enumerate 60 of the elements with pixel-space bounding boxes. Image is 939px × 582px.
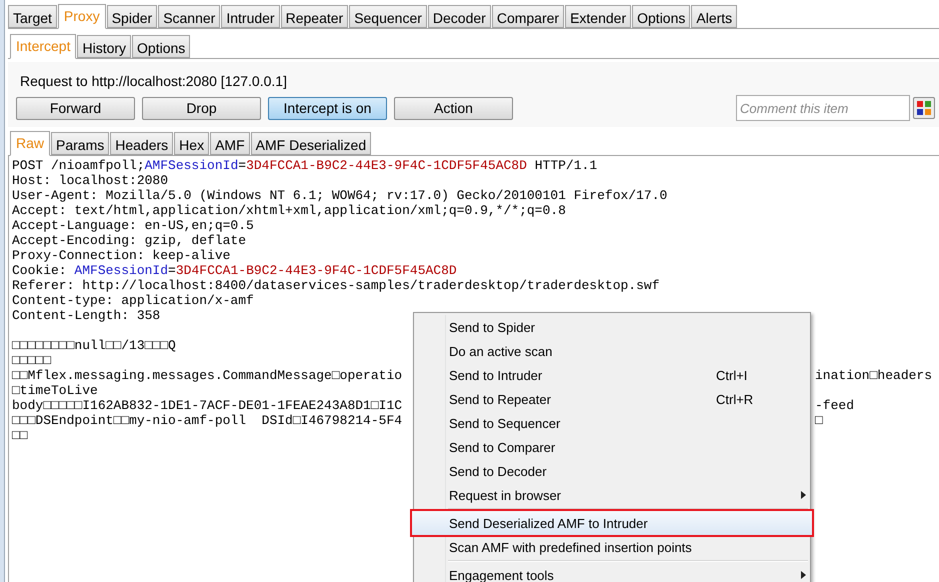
toolbar-button[interactable]: Forward — [16, 96, 135, 120]
toolbar-button[interactable]: Drop — [142, 96, 261, 120]
tab[interactable]: AMF — [210, 132, 250, 155]
tab[interactable]: Spider — [106, 5, 158, 28]
color-picker-button[interactable] — [913, 97, 935, 119]
body-line: □□□□□□□□null□□/13□□□Q — [12, 338, 176, 353]
menu-item[interactable]: Send to Spider — [414, 315, 810, 339]
tab[interactable]: Options — [632, 5, 690, 28]
tab[interactable]: Repeater — [280, 5, 348, 28]
body-line: □□ — [12, 428, 28, 443]
tab[interactable]: Intruder — [221, 5, 280, 28]
tab[interactable]: Hex — [174, 132, 210, 155]
tab[interactable]: Target — [8, 5, 57, 28]
request-line: POST /nioamfpoll;AMFSessionId=3D4FCCA1-B9C2-44E3-9F4C-1CDF5F45AC8D HTTP/1.1 — [12, 158, 598, 173]
menu-item[interactable]: Send to Comparer — [414, 435, 810, 459]
tab[interactable]: Scanner — [158, 5, 220, 28]
request-line: Content-Length: 358 — [12, 308, 162, 323]
request-line: Cookie: AMFSessionId=3D4FCCA1-B9C2-44E3-9F4C-1CDF5F45AC8D — [12, 263, 458, 278]
body-line-tail: ination□headers — [815, 368, 932, 383]
menu-item[interactable]: Scan AMF with predefined insertion points — [414, 535, 810, 559]
menu-item[interactable]: Engagement tools — [414, 563, 810, 582]
color-squares-icon — [917, 101, 931, 115]
menu-item[interactable]: Send to Repeater Ctrl+R — [414, 387, 810, 411]
tab[interactable]: Options — [132, 35, 190, 58]
tab[interactable]: History — [77, 35, 132, 58]
menu-item[interactable]: Send Deserialized AMF to Intruder — [412, 511, 812, 535]
tab[interactable]: Params — [51, 132, 110, 155]
menu-item[interactable]: Send to Sequencer — [414, 411, 810, 435]
submenu-arrow-icon — [801, 491, 806, 499]
tab[interactable]: AMF Deserialized — [250, 132, 372, 155]
body-line: □timeToLive — [12, 383, 98, 398]
body-line: body□□□□□I162AB832-1DE1-7ACF-DE01-1FEAE243A8D1□I1C — [12, 398, 402, 413]
request-line: Host: localhost:2080 — [12, 173, 170, 188]
menu-item[interactable]: Send to Intruder Ctrl+I — [414, 363, 810, 387]
request-line: Proxy-Connection: keep-alive — [12, 248, 232, 263]
tab[interactable]: Alerts — [691, 5, 738, 28]
body-line-tail: □ — [815, 413, 823, 428]
tab[interactable]: Headers — [110, 132, 174, 155]
request-info: Request to http://localhost:2080 [127.0.0.1] — [20, 72, 288, 90]
request-line: Accept-Encoding: gzip, deflate — [12, 233, 248, 248]
tab[interactable]: Extender — [565, 5, 632, 28]
tab[interactable]: Sequencer — [349, 5, 427, 28]
body-line: □□□DSEndpoint□□my-nio-amf-poll DSId□I46798214-5F4 — [12, 413, 402, 428]
menu-item[interactable]: Request in browser — [414, 483, 810, 507]
submenu-arrow-icon — [801, 571, 806, 579]
comment-field[interactable]: Comment this item — [736, 95, 910, 121]
body-line-tail: -feed — [815, 398, 854, 413]
request-line: Referer: http://localhost:8400/dataservices-samples/traderdesktop/traderdesktop.swf — [12, 278, 661, 293]
toolbar-button[interactable]: Action — [394, 96, 513, 120]
menu-item[interactable]: Send to Decoder — [414, 459, 810, 483]
request-line: Accept-Language: en-US,en;q=0.5 — [12, 218, 255, 233]
request-line: User-Agent: Mozilla/5.0 (Windows NT 6.1; WOW64; rv:17.0) Gecko/20100101 Firefox/17.0 — [12, 188, 668, 203]
body-line: □□□□□ — [12, 353, 52, 368]
body-line: □□Mflex.messaging.messages.CommandMessage□operatio — [12, 368, 402, 383]
request-line: Content-type: application/x-amf — [12, 293, 255, 308]
tab[interactable]: Comparer — [492, 5, 564, 28]
request-line: Accept: text/html,application/xhtml+xml,application/xml;q=0.9,*/*;q=0.8 — [12, 203, 567, 218]
menu-item[interactable]: Do an active scan — [414, 339, 810, 363]
tab[interactable]: Decoder — [428, 5, 491, 28]
toolbar-button[interactable]: Intercept is on — [268, 96, 387, 120]
